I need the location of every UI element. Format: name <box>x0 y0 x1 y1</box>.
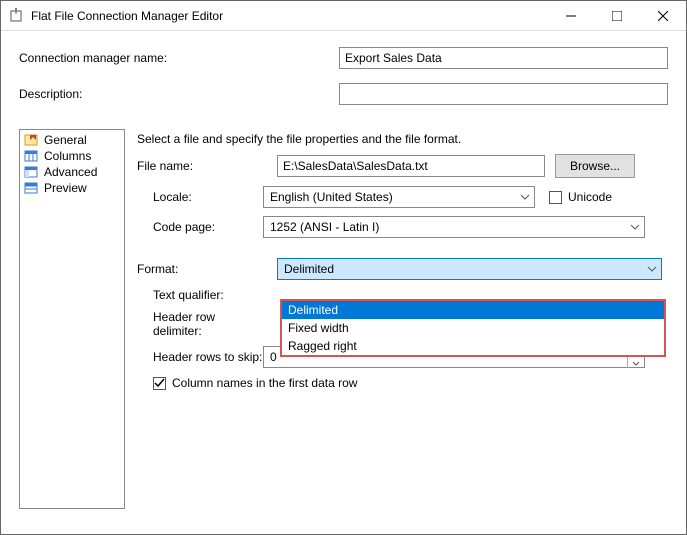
checkbox-icon <box>549 191 562 204</box>
minimize-button[interactable] <box>548 1 594 30</box>
locale-value: English (United States) <box>270 190 393 204</box>
instruction-text: Select a file and specify the file prope… <box>137 132 668 146</box>
sidebar-item-label: Columns <box>44 149 91 163</box>
sidebar-item-label: Advanced <box>44 165 97 179</box>
file-name-label: File name: <box>137 159 277 173</box>
general-icon <box>24 134 40 146</box>
codepage-value: 1252 (ANSI - Latin I) <box>270 220 379 234</box>
columns-icon <box>24 150 40 162</box>
codepage-combo[interactable]: 1252 (ANSI - Latin I) <box>263 216 645 238</box>
chevron-down-icon <box>520 191 530 205</box>
title-bar: Flat File Connection Manager Editor <box>1 1 686 31</box>
sidebar-item-advanced[interactable]: Advanced <box>22 164 122 180</box>
spin-down-button[interactable] <box>627 358 643 368</box>
file-name-input[interactable] <box>277 155 545 177</box>
sidebar-item-label: General <box>44 133 87 147</box>
connection-name-label: Connection manager name: <box>19 51 339 65</box>
column-names-checkbox[interactable]: Column names in the first data row <box>153 376 357 390</box>
connection-name-input[interactable] <box>339 47 668 69</box>
sidebar: General Columns Advanced Preview <box>19 129 125 509</box>
dropdown-item-delimited[interactable]: Delimited <box>282 301 664 319</box>
chevron-down-icon <box>630 221 640 235</box>
format-combo[interactable]: Delimited <box>277 258 662 280</box>
maximize-button[interactable] <box>594 1 640 30</box>
description-label: Description: <box>19 87 339 101</box>
description-input[interactable] <box>339 83 668 105</box>
format-label: Format: <box>137 262 277 276</box>
text-qualifier-label: Text qualifier: <box>137 288 263 302</box>
preview-icon <box>24 182 40 194</box>
locale-combo[interactable]: English (United States) <box>263 186 535 208</box>
unicode-label: Unicode <box>568 190 612 204</box>
browse-button[interactable]: Browse... <box>555 154 635 178</box>
header-skip-label: Header rows to skip: <box>137 350 263 364</box>
sidebar-item-columns[interactable]: Columns <box>22 148 122 164</box>
dropdown-item-fixed-width[interactable]: Fixed width <box>282 319 664 337</box>
sidebar-item-general[interactable]: General <box>22 132 122 148</box>
sidebar-item-preview[interactable]: Preview <box>22 180 122 196</box>
top-fields: Connection manager name: Description: <box>1 31 686 105</box>
codepage-label: Code page: <box>137 220 263 234</box>
advanced-icon <box>24 166 40 178</box>
window-title: Flat File Connection Manager Editor <box>31 9 548 23</box>
app-icon <box>9 8 25 24</box>
header-delimiter-label: Header row delimiter: <box>137 310 263 338</box>
checkbox-checked-icon <box>153 377 166 390</box>
column-names-label: Column names in the first data row <box>172 376 357 390</box>
format-value: Delimited <box>284 262 334 276</box>
sidebar-item-label: Preview <box>44 181 87 195</box>
locale-label: Locale: <box>137 190 263 204</box>
close-button[interactable] <box>640 1 686 30</box>
header-skip-value: 0 <box>270 350 277 364</box>
format-dropdown: Delimited Fixed width Ragged right <box>280 299 666 357</box>
unicode-checkbox[interactable]: Unicode <box>549 190 612 204</box>
dropdown-item-ragged-right[interactable]: Ragged right <box>282 337 664 355</box>
chevron-down-icon <box>647 263 657 277</box>
